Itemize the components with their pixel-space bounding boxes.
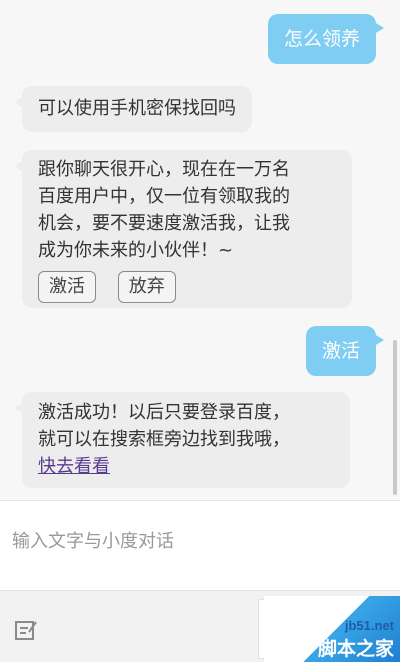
chat-input[interactable] [12, 523, 382, 559]
message-line: 成为你未来的小伙伴！~ [38, 240, 234, 261]
bot-message-bubble: 跟你聊天很开心，现在在一万名 百度用户中，仅一位有领取我的 机会，要不要速度激活… [14, 150, 352, 308]
watermark-name: 脚本之家 [317, 638, 394, 660]
option-buttons: 激活 放弃 [38, 271, 336, 303]
activate-button[interactable]: 激活 [38, 271, 96, 303]
input-area [0, 500, 400, 590]
give-up-button[interactable]: 放弃 [117, 271, 176, 303]
bot-message-bubble: 可以使用手机密保找回吗 [14, 86, 252, 132]
message-line: 机会，要不要速度激活我，让我 [38, 213, 290, 234]
user-message-bubble: 激活 [305, 326, 385, 376]
message-line: 就可以在搜索框旁边找到我哦， [38, 429, 290, 450]
watermark-site: jb51.net [344, 618, 394, 633]
message-line: 激活成功！以后只要登录百度， [38, 402, 290, 423]
message-text: 可以使用手机密保找回吗 [38, 98, 236, 119]
scrollbar[interactable] [393, 340, 397, 495]
go-see-link[interactable]: 快去看看 [38, 456, 110, 477]
edit-icon[interactable] [14, 618, 38, 642]
message-text: 怎么领养 [283, 28, 360, 50]
user-message-bubble: 怎么领养 [267, 14, 385, 64]
message-line: 跟你聊天很开心，现在在一万名 [38, 159, 290, 180]
message-line: 百度用户中，仅一位有领取我的 [38, 186, 290, 207]
chat-area[interactable]: 怎么领养 可以使用手机密保找回吗 跟你聊天很开心，现在在一万名 百度用户中，仅一… [0, 0, 400, 500]
bot-message-bubble: 激活成功！以后只要登录百度， 就可以在搜索框旁边找到我哦， 快去看看 [14, 392, 350, 488]
message-text: 激活 [321, 340, 360, 362]
